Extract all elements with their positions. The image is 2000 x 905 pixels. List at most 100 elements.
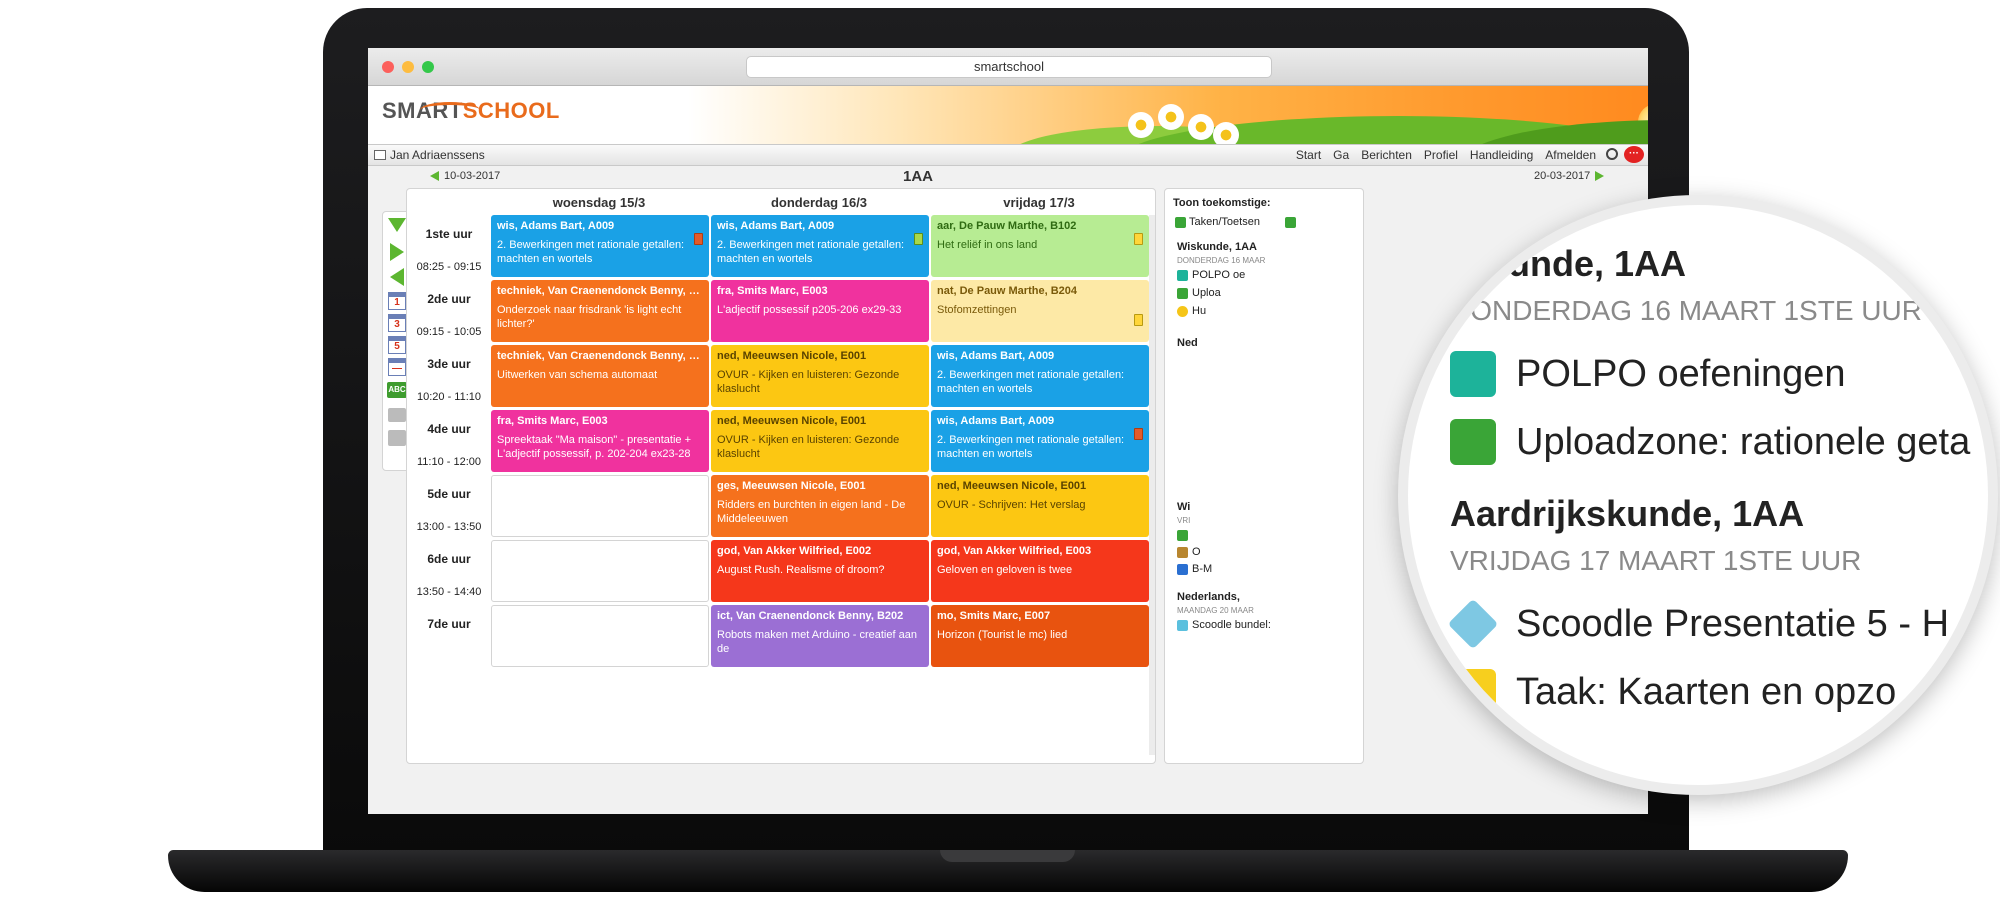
address-bar[interactable]: smartschool: [746, 56, 1272, 78]
arrow-left-icon: [430, 171, 439, 181]
nav-profiel[interactable]: Profiel: [1424, 148, 1458, 162]
period-label: 4de uur 11:10 - 12:00: [409, 422, 489, 468]
arrow-left-icon[interactable]: [390, 268, 404, 286]
lesson-cell[interactable]: mo, Smits Marc, E007 Horizon (Tourist le …: [931, 605, 1149, 667]
period-time: 13:00 - 13:50: [416, 521, 482, 533]
magnified-item[interactable]: Taak: Kaarten en opzo: [1516, 671, 1896, 714]
upcoming-title: Toon toekomstige:: [1173, 197, 1271, 209]
lesson-header: wis, Adams Bart, A009: [937, 415, 1055, 427]
next-week-link[interactable]: 20-03-2017: [1534, 170, 1605, 182]
lesson-cell[interactable]: techniek, Van Craenendonck Benny, E... Ui…: [491, 345, 709, 407]
scoodle-icon: [1447, 598, 1499, 650]
lesson-topic: August Rush. Realisme of droom?: [717, 564, 885, 576]
item-label: Hu: [1192, 305, 1207, 317]
arrow-right-icon[interactable]: [390, 243, 404, 261]
section-heading: Ned: [1177, 337, 1198, 349]
user-info[interactable]: Jan Adriaenssens: [374, 148, 485, 162]
upcoming-item[interactable]: [1177, 529, 1192, 541]
task-icon[interactable]: [694, 233, 703, 245]
task-icon[interactable]: [1134, 314, 1143, 326]
lesson-header: ges, Meeuwsen Nicole, E001: [717, 480, 866, 492]
lesson-header: aar, De Pauw Marthe, B102: [937, 220, 1077, 232]
upcoming-item[interactable]: Scoodle bundel:: [1177, 619, 1271, 631]
lesson-cell[interactable]: wis, Adams Bart, A009 2. Bewerkingen met …: [491, 215, 709, 277]
task-icon[interactable]: [1134, 233, 1143, 245]
period-name: 1ste uur: [425, 227, 473, 241]
lesson-cell[interactable]: ned, Meeuwsen Nicole, E001 OVUR - Kijken …: [711, 410, 929, 472]
nav-berichten[interactable]: Berichten: [1361, 148, 1412, 162]
lesson-topic: Geloven en geloven is twee: [937, 564, 1073, 576]
nav-afmelden[interactable]: Afmelden: [1545, 148, 1596, 162]
lesson-topic: Ridders en burchten in eigen land - De M…: [717, 499, 906, 525]
lesson-header: ned, Meeuwsen Nicole, E001: [717, 350, 867, 362]
upcoming-item[interactable]: POLPO oe: [1177, 269, 1245, 281]
section-date: MAANDAG 20 MAAR: [1177, 606, 1254, 615]
previous-week-date: 10-03-2017: [444, 170, 501, 182]
lesson-cell[interactable]: god, Van Akker Wilfried, E002 August Rush…: [711, 540, 929, 602]
calendar-day-icon[interactable]: 1: [388, 292, 406, 310]
magnified-item[interactable]: POLPO oefeningen: [1516, 353, 1846, 396]
abc-icon[interactable]: ABC: [387, 382, 407, 398]
empty-lesson-slot[interactable]: [491, 540, 709, 602]
lesson-cell[interactable]: wis, Adams Bart, A009 2. Bewerkingen met …: [931, 410, 1149, 472]
upcoming-item[interactable]: Uploa: [1177, 287, 1221, 299]
day-header: vrijdag 17/3: [1003, 195, 1075, 210]
close-window-button[interactable]: [382, 61, 394, 73]
lesson-header: fra, Smits Marc, E003: [497, 415, 608, 427]
lesson-cell[interactable]: ict, Van Craenendonck Benny, B202 Robots …: [711, 605, 929, 667]
calendar-3day-icon[interactable]: 3: [388, 314, 406, 332]
lesson-cell[interactable]: ges, Meeuwsen Nicole, E001 Ridders en bur…: [711, 475, 929, 537]
upcoming-panel: Toon toekomstige: Taken/Toetsen Wiskunde…: [1164, 188, 1364, 764]
lesson-cell[interactable]: wis, Adams Bart, A009 2. Bewerkingen met …: [711, 215, 929, 277]
lesson-cell[interactable]: god, Van Akker Wilfried, E003 Geloven en …: [931, 540, 1149, 602]
task-icon[interactable]: [1134, 428, 1143, 440]
schedule-scrollbar[interactable]: [1149, 215, 1155, 755]
upcoming-item[interactable]: O: [1177, 546, 1201, 558]
chat-icon[interactable]: ···: [1624, 146, 1644, 163]
lesson-cell[interactable]: wis, Adams Bart, A009 2. Bewerkingen met …: [931, 345, 1149, 407]
upcoming-item[interactable]: Hu: [1177, 305, 1206, 317]
lesson-cell[interactable]: techniek, Van Craenendonck Benny, E... On…: [491, 280, 709, 342]
previous-week-link[interactable]: 10-03-2017: [430, 170, 500, 182]
empty-lesson-slot[interactable]: [491, 475, 709, 537]
polpo-icon: [1450, 351, 1496, 397]
calendar-week-icon[interactable]: 5: [388, 336, 406, 354]
minimize-window-button[interactable]: [402, 61, 414, 73]
flower-graphic: [1213, 122, 1239, 144]
calendar-list-icon[interactable]: —: [388, 358, 406, 376]
lesson-header: ned, Meeuwsen Nicole, E001: [717, 415, 867, 427]
print-icon[interactable]: [388, 408, 406, 422]
smartschool-logo[interactable]: SMARTSCHOOL: [382, 98, 560, 124]
period-label: 2de uur 09:15 - 10:05: [409, 292, 489, 338]
magnified-item[interactable]: Scoodle Presentatie 5 - H: [1516, 603, 1949, 646]
period-name: 5de uur: [427, 487, 471, 501]
period-name: 2de uur: [427, 292, 471, 306]
period-label: 3de uur 10:20 - 11:10: [409, 357, 489, 403]
search-icon[interactable]: [1606, 148, 1618, 160]
nav-handleiding[interactable]: Handleiding: [1470, 148, 1533, 162]
lesson-cell[interactable]: nat, De Pauw Marthe, B204 Stofomzettingen: [931, 280, 1149, 342]
empty-lesson-slot[interactable]: [491, 605, 709, 667]
lesson-header: techniek, Van Craenendonck Benny, E...: [497, 350, 703, 362]
zoom-window-button[interactable]: [422, 61, 434, 73]
filter-second[interactable]: [1285, 216, 1299, 228]
arrow-down-icon[interactable]: [388, 218, 406, 232]
lesson-cell[interactable]: fra, Smits Marc, E003 Spreektaak "Ma mais…: [491, 410, 709, 472]
notes-icon[interactable]: [914, 233, 923, 245]
lesson-cell[interactable]: aar, De Pauw Marthe, B102 Het reliëf in o…: [931, 215, 1149, 277]
lesson-cell[interactable]: ned, Meeuwsen Nicole, E001 OVUR - Kijken …: [711, 345, 929, 407]
upcoming-item[interactable]: B-M: [1177, 563, 1212, 575]
nav-start[interactable]: Start: [1296, 148, 1321, 162]
section-heading: Wiskunde, 1AA: [1177, 241, 1257, 253]
lesson-cell[interactable]: ned, Meeuwsen Nicole, E001 OVUR - Schrijv…: [931, 475, 1149, 537]
magnified-heading: iskunde, 1AA: [1458, 243, 1687, 284]
lesson-header: god, Van Akker Wilfried, E002: [717, 545, 872, 557]
period-time: 10:20 - 11:10: [416, 391, 481, 403]
lesson-topic: Stofomzettingen: [937, 304, 1017, 316]
lesson-cell[interactable]: fra, Smits Marc, E003 L'adjectif possessi…: [711, 280, 929, 342]
upload-icon[interactable]: [388, 430, 406, 446]
magnified-item[interactable]: Uploadzone: rationele geta: [1516, 421, 1970, 464]
filter-taken-toetsen[interactable]: Taken/Toetsen: [1175, 216, 1260, 228]
nav-ga[interactable]: Ga: [1333, 148, 1349, 162]
lesson-topic: 2. Bewerkingen met rationale getallen: m…: [937, 369, 1125, 395]
